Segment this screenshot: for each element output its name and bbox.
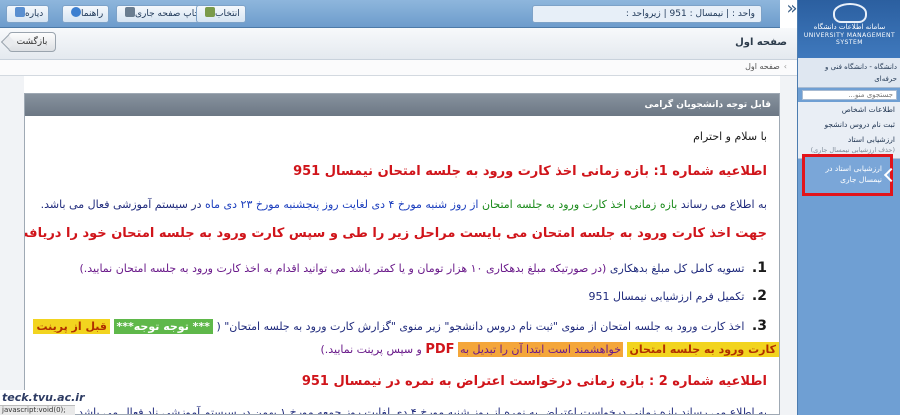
top-toolbar: دیاره راهنما چاپ صفحه جاری انتخاب واحد :… bbox=[0, 0, 780, 28]
attention-badge: *** توجه توجه*** bbox=[113, 319, 213, 334]
breadcrumb-item[interactable]: صفحه اول ‹ bbox=[745, 62, 787, 71]
help-icon bbox=[71, 7, 81, 17]
menu-search-input[interactable]: جستجوی منو... bbox=[802, 90, 897, 100]
back-arrow-icon bbox=[0, 34, 16, 50]
left-gutter bbox=[0, 76, 24, 415]
university-logo: سامانه اطلاعات دانشگاه UNIVERSITY MANAGE… bbox=[798, 0, 900, 58]
sidebar-item-current-evaluation[interactable]: ارزشیابی استاد در نیمسال جاری bbox=[802, 154, 893, 196]
chevron-left-icon: ‹ bbox=[783, 62, 787, 71]
university-emblem-icon bbox=[832, 3, 867, 23]
step-1: 1. تسویه کامل کل مبلغ بدهکاری (در صورتیک… bbox=[79, 260, 768, 276]
site-watermark: teck.tvu.ac.ir bbox=[0, 390, 85, 405]
print-icon bbox=[125, 7, 135, 17]
page-header: بازگشت صفحه اول bbox=[0, 28, 797, 60]
university-name: دانشگاه - دانشگاه فنی و حرفه‌ای bbox=[798, 58, 900, 88]
notice-1-title: اطلاعیه شماره 1: بازه زمانی اخذ کارت ورو… bbox=[293, 164, 767, 179]
before-print-badge: قبل از پرینت bbox=[33, 319, 110, 334]
select-icon bbox=[205, 7, 215, 17]
back-button[interactable]: بازگشت bbox=[0, 32, 56, 52]
right-sidebar: سامانه اطلاعات دانشگاه UNIVERSITY MANAGE… bbox=[797, 0, 900, 415]
toolbar-about-button[interactable]: دیاره bbox=[6, 5, 50, 23]
page-title: صفحه اول bbox=[735, 37, 787, 48]
toolbar-print-button[interactable]: چاپ صفحه جاری bbox=[116, 5, 207, 23]
announcement-panel: قابل توجه دانشجویان گرامی با سلام و احتر… bbox=[24, 93, 780, 415]
sidebar-item-course-registration[interactable]: ثبت نام دروس دانشجو bbox=[798, 117, 900, 133]
info-icon bbox=[15, 7, 25, 17]
greeting: با سلام و احترام bbox=[693, 130, 767, 143]
notice-1-text: به اطلاع می رساند بازه زمانی اخذ کارت ور… bbox=[40, 198, 767, 211]
browser-status-bar: javascript:void(0); bbox=[0, 405, 75, 415]
notice-2-text: به اطلاع می رساند بازه زمانی درخواست اعت… bbox=[74, 406, 767, 415]
steps-title: جهت اخذ کارت ورود به جلسه امتحان می بایس… bbox=[24, 226, 767, 241]
step-3-continued: کارت ورود به جلسه امتحان خواهشمند است اب… bbox=[320, 342, 779, 357]
session-status: واحد : | نیمسال : 951 | زیرواحد : bbox=[532, 5, 762, 23]
breadcrumb: صفحه اول ‹ bbox=[0, 60, 797, 76]
step-2: 2. تکمیل فرم ارزشیابی نیمسال 951 bbox=[588, 288, 767, 304]
notice-2-title: اطلاعیه شماره 2 : بازه زمانی درخواست اعت… bbox=[301, 374, 767, 389]
right-gutter bbox=[780, 76, 797, 415]
toolbar-select-button[interactable]: انتخاب bbox=[196, 5, 246, 23]
panel-title: قابل توجه دانشجویان گرامی bbox=[25, 94, 779, 116]
step-3: 3. اخذ کارت ورود به جلسه امتحان از منوی … bbox=[33, 318, 767, 334]
sidebar-item-personal-info[interactable]: اطلاعات اشخاص bbox=[798, 102, 900, 118]
toolbar-help-button[interactable]: راهنما bbox=[62, 5, 110, 23]
